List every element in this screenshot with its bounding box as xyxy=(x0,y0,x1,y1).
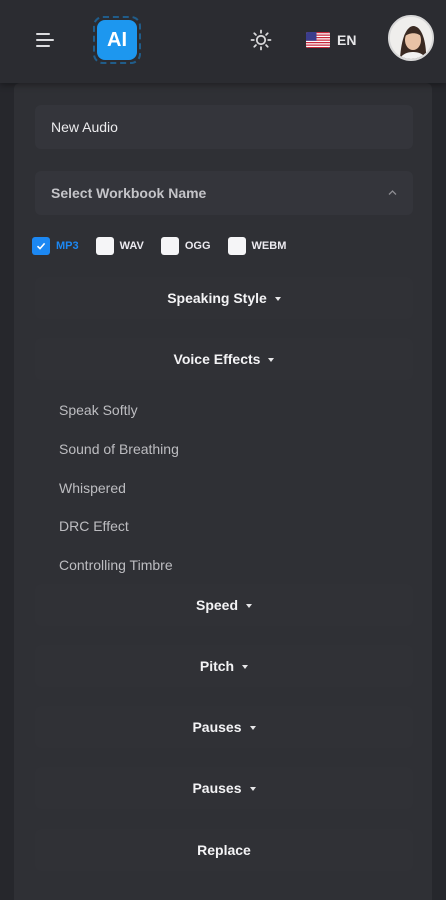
us-flag-icon xyxy=(306,32,330,48)
speaking-style-toggle[interactable]: Speaking Style xyxy=(35,277,413,319)
audio-title-input[interactable]: New Audio xyxy=(35,105,413,149)
speed-toggle[interactable]: Speed xyxy=(35,584,413,626)
ogg-label: OGG xyxy=(184,240,211,252)
workbook-select-label: Select Workbook Name xyxy=(51,185,207,201)
caret-down-icon xyxy=(249,787,256,791)
user-portrait-icon xyxy=(390,17,432,59)
voice-effect-option[interactable]: Sound of Breathing xyxy=(59,441,179,457)
replace-toggle[interactable]: Replace xyxy=(35,829,413,871)
sun-icon[interactable] xyxy=(250,29,272,51)
pauses-toggle-2[interactable]: Pauses xyxy=(35,767,413,809)
wav-label: WAV xyxy=(119,240,144,252)
workbook-select[interactable]: Select Workbook Name xyxy=(35,171,413,215)
voice-effect-option[interactable]: Whispered xyxy=(59,480,126,496)
pauses-label-2: Pauses xyxy=(192,780,242,796)
top-bar: AI EN xyxy=(0,0,446,83)
webm-checkbox[interactable] xyxy=(227,237,246,255)
menu-icon[interactable] xyxy=(36,33,54,49)
ogg-checkbox[interactable] xyxy=(160,237,179,255)
caret-down-icon xyxy=(246,604,252,608)
language-label: EN xyxy=(337,32,357,48)
logo[interactable]: AI xyxy=(93,16,141,64)
voice-effects-label: Voice Effects xyxy=(173,351,261,367)
mp3-checkbox[interactable] xyxy=(32,237,50,255)
mp3-label: MP3 xyxy=(56,240,79,252)
caret-down-icon xyxy=(274,297,281,301)
speed-label: Speed xyxy=(195,597,238,613)
format-wav[interactable]: WAV xyxy=(95,237,144,255)
replace-label: Replace xyxy=(197,842,251,858)
pitch-label: Pitch xyxy=(199,658,235,674)
check-icon xyxy=(36,242,46,250)
speaking-style-label: Speaking Style xyxy=(167,290,267,306)
language-selector[interactable]: EN xyxy=(306,31,356,49)
pauses-label: Pauses xyxy=(192,719,242,735)
format-options: MP3 WAV OGG WEBM xyxy=(32,236,303,256)
caret-down-icon xyxy=(268,358,275,362)
format-mp3[interactable]: MP3 xyxy=(32,237,79,255)
format-webm[interactable]: WEBM xyxy=(227,237,287,255)
webm-label: WEBM xyxy=(251,240,287,252)
caret-down-icon xyxy=(242,665,249,669)
format-ogg[interactable]: OGG xyxy=(160,237,211,255)
pauses-toggle[interactable]: Pauses xyxy=(35,706,413,748)
caret-down-icon xyxy=(249,726,256,730)
avatar[interactable] xyxy=(388,15,434,61)
chevron-up-icon xyxy=(388,190,397,195)
voice-effects-toggle[interactable]: Voice Effects xyxy=(35,338,413,380)
voice-effect-option[interactable]: Speak Softly xyxy=(59,402,138,418)
voice-effect-option[interactable]: DRC Effect xyxy=(59,518,129,534)
voice-effect-option[interactable]: Controlling Timbre xyxy=(59,557,173,573)
pitch-toggle[interactable]: Pitch xyxy=(35,645,413,687)
wav-checkbox[interactable] xyxy=(95,237,114,255)
